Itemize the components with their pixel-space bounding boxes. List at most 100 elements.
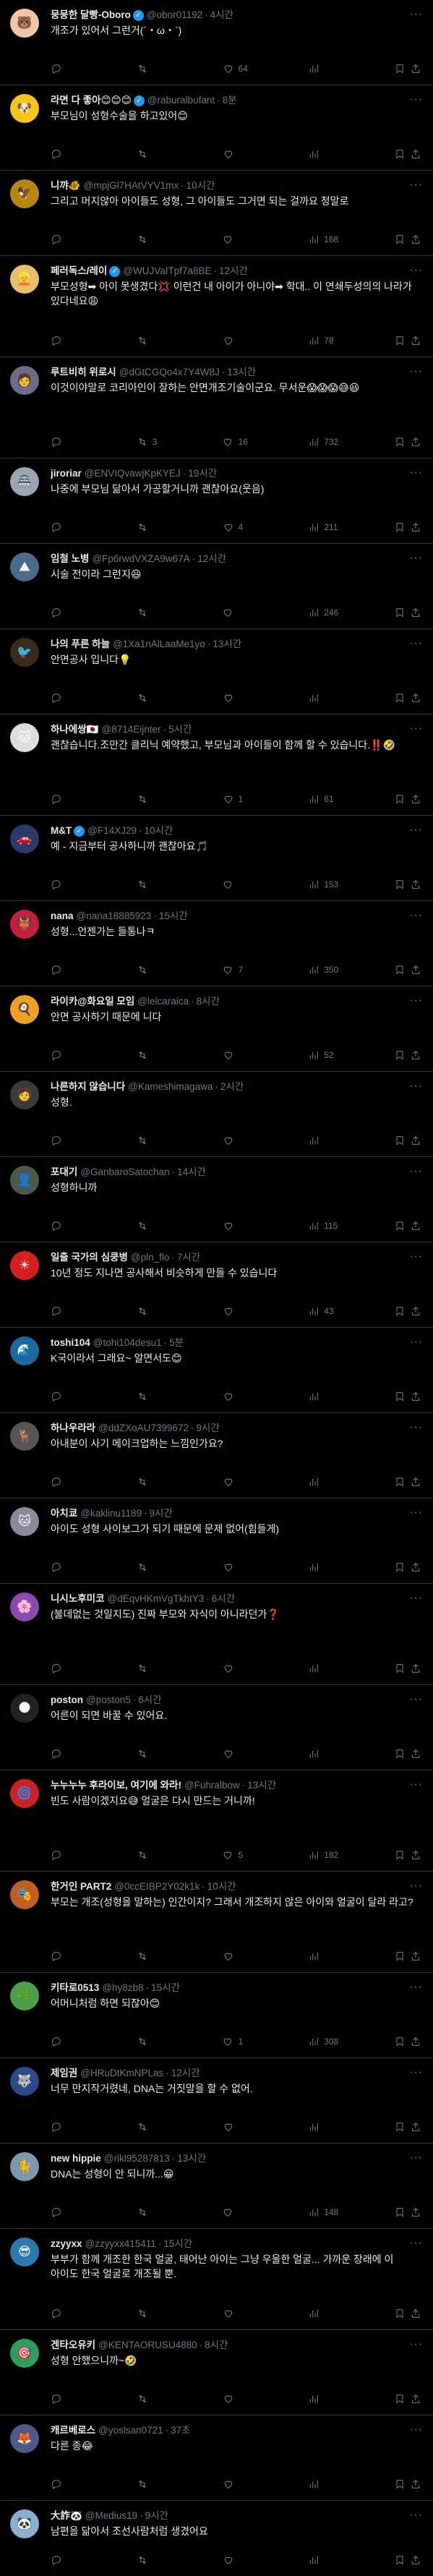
reply-item[interactable]: 🌀 ··· 누누누누 후라이보, 여기에 와라! @Fuhralbow · 13…	[0, 1770, 433, 1872]
more-options-icon[interactable]: ···	[409, 2424, 423, 2436]
avatar[interactable]: 👤	[10, 1166, 39, 1195]
more-options-icon[interactable]: ···	[409, 2509, 423, 2521]
views-button[interactable]: 308	[308, 2036, 338, 2047]
display-name[interactable]: 캐르베로스	[51, 2424, 95, 2437]
display-name[interactable]: 하나우라라	[51, 1422, 95, 1435]
reply-item[interactable]: 🐦 ··· 나의 푸른 하늘 @1Xa1nAlLaaMe1yo · 13시간 안…	[0, 629, 433, 715]
share-icon[interactable]	[410, 2554, 421, 2566]
display-name[interactable]: 니시노후미코	[51, 1592, 105, 1605]
bookmark-icon[interactable]	[394, 1476, 406, 1488]
display-name[interactable]: 나른하지 않습니다	[51, 1080, 125, 1093]
avatar[interactable]: 🐈	[10, 2152, 39, 2181]
repost-button[interactable]	[137, 1476, 167, 1488]
repost-button[interactable]	[137, 2121, 167, 2133]
avatar[interactable]: 🎯	[10, 2339, 39, 2368]
like-button[interactable]	[223, 1748, 253, 1760]
repost-button[interactable]	[137, 1049, 167, 1061]
bookmark-icon[interactable]	[394, 1950, 406, 1962]
user-handle[interactable]: @obor01192	[147, 9, 202, 22]
share-icon[interactable]	[410, 1220, 421, 1232]
reply-button[interactable]	[51, 1748, 81, 1760]
reply-button[interactable]	[51, 1220, 81, 1232]
bookmark-icon[interactable]	[394, 234, 406, 245]
reply-item[interactable]: 🌸 ··· 니시노후미코 @dEqvHKmVgTkhtY3 · 6시간 (불데없…	[0, 1584, 433, 1685]
reply-item[interactable]: 🎭 ··· 한거인 PART2 @0ccEIBP2Y02k1k · 10시간 부…	[0, 1872, 433, 1973]
share-icon[interactable]	[410, 2478, 421, 2490]
bookmark-icon[interactable]	[394, 2478, 406, 2490]
display-name[interactable]: 키타로0513	[51, 1982, 99, 1995]
display-name[interactable]: 大詐🐼	[51, 2509, 82, 2522]
like-button[interactable]: 5	[222, 1849, 252, 1861]
views-button[interactable]: 78	[308, 335, 338, 346]
more-options-icon[interactable]: ···	[409, 2339, 423, 2350]
share-icon[interactable]	[410, 2393, 421, 2405]
share-icon[interactable]	[410, 1391, 421, 1402]
user-handle[interactable]: @pln_flo	[131, 1251, 170, 1264]
timestamp[interactable]: 7시간	[177, 1251, 200, 1264]
like-button[interactable]	[222, 879, 252, 890]
like-button[interactable]	[223, 1135, 253, 1146]
user-handle[interactable]: @zzyyxx415411	[85, 2238, 156, 2251]
share-icon[interactable]	[410, 1950, 421, 1962]
timestamp[interactable]: 15시간	[159, 910, 188, 923]
like-button[interactable]	[222, 2206, 252, 2218]
reply-button[interactable]	[51, 148, 81, 160]
reply-button[interactable]	[51, 2554, 81, 2566]
repost-button[interactable]	[137, 1748, 167, 1760]
reply-item[interactable]: 😎 ··· zzyyxx @zzyyxx415411 · 15시간 부부가 함께…	[0, 2229, 433, 2330]
reply-button[interactable]	[51, 2393, 81, 2405]
bookmark-icon[interactable]	[394, 148, 406, 160]
share-icon[interactable]	[410, 335, 421, 346]
more-options-icon[interactable]: ···	[409, 723, 423, 735]
views-button[interactable]	[308, 148, 338, 160]
bookmark-icon[interactable]	[394, 879, 406, 890]
more-options-icon[interactable]: ···	[409, 94, 423, 106]
like-button[interactable]: 4	[223, 521, 253, 533]
more-options-icon[interactable]: ···	[409, 824, 423, 836]
more-options-icon[interactable]: ···	[409, 467, 423, 479]
bookmark-icon[interactable]	[394, 692, 406, 704]
more-options-icon[interactable]: ···	[409, 638, 423, 649]
like-button[interactable]	[223, 1220, 253, 1232]
bookmark-icon[interactable]	[394, 521, 406, 533]
more-options-icon[interactable]: ···	[409, 9, 423, 20]
timestamp[interactable]: 15시간	[151, 1982, 180, 1995]
views-button[interactable]: 182	[308, 1849, 338, 1861]
user-handle[interactable]: @KENTAORUSU4880	[98, 2339, 197, 2352]
bookmark-icon[interactable]	[394, 2308, 406, 2319]
avatar[interactable]: 🐱	[10, 723, 39, 752]
bookmark-icon[interactable]	[394, 2121, 406, 2133]
views-button[interactable]: 350	[308, 964, 338, 976]
views-button[interactable]: 732	[308, 436, 338, 448]
user-handle[interactable]: @Medius19	[85, 2509, 137, 2522]
reply-button[interactable]	[51, 1049, 81, 1061]
timestamp[interactable]: 10시간	[145, 824, 173, 837]
user-handle[interactable]: @hy8zb8	[102, 1982, 143, 1995]
user-handle[interactable]: @raburalbufant	[147, 94, 215, 107]
repost-button[interactable]	[137, 2206, 167, 2218]
reply-button[interactable]	[51, 879, 81, 890]
user-handle[interactable]: @Kameshimagawa	[128, 1080, 213, 1093]
like-button[interactable]	[223, 1663, 253, 1674]
display-name[interactable]: 니꺄🐠	[51, 179, 81, 192]
like-button[interactable]	[223, 2554, 253, 2566]
reply-item[interactable]: 🧑 ··· 나른하지 않습니다 @Kameshimagawa · 2시간 성형.	[0, 1072, 433, 1157]
reply-button[interactable]	[51, 1391, 81, 1402]
reply-button[interactable]	[51, 234, 81, 245]
avatar[interactable]: 👹	[10, 910, 39, 939]
user-handle[interactable]: @tohi104desu1	[93, 1336, 162, 1349]
reply-button[interactable]	[51, 692, 81, 704]
display-name[interactable]: nana	[51, 910, 74, 923]
reply-button[interactable]	[51, 1849, 81, 1861]
reply-button[interactable]	[51, 2478, 81, 2490]
reply-button[interactable]	[51, 2308, 81, 2319]
bookmark-icon[interactable]	[394, 1220, 406, 1232]
views-button[interactable]	[308, 2554, 338, 2566]
reply-item[interactable]: 🐱 ··· 하나에쌍🇯🇵 @8714Eijnter · 5시간 괜찮습니다.조만…	[0, 715, 433, 816]
repost-button[interactable]	[137, 1220, 167, 1232]
share-icon[interactable]	[410, 521, 421, 533]
avatar[interactable]: ⛰	[10, 553, 39, 581]
views-button[interactable]	[308, 2393, 338, 2405]
user-handle[interactable]: @kaklinu1189	[80, 1507, 142, 1520]
timestamp[interactable]: 5시간	[168, 723, 192, 736]
